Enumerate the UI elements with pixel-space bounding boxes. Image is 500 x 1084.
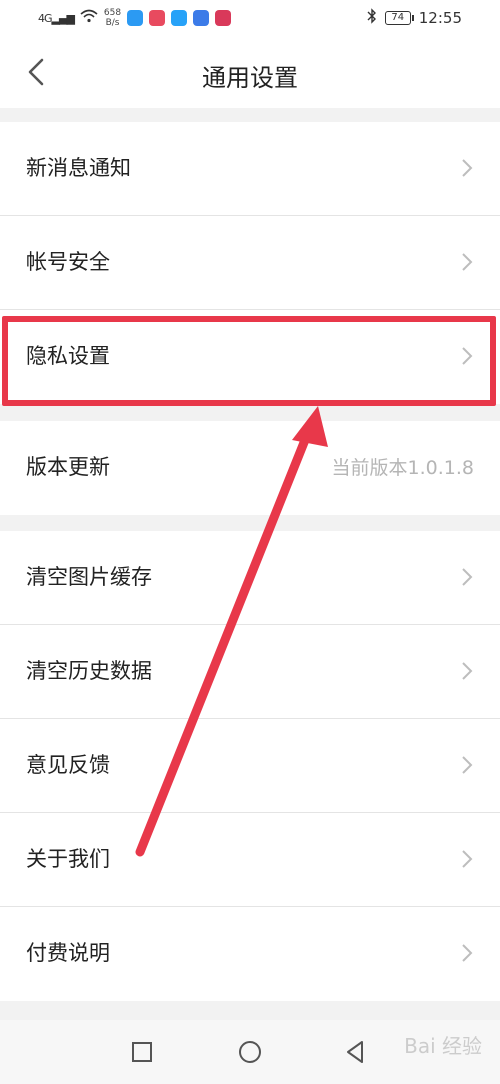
app-notification-icon — [193, 10, 210, 26]
clock: 12:55 — [418, 9, 462, 27]
version-value: 当前版本1.0.1.8 — [331, 457, 474, 479]
system-nav-bar: Bai 经验 — [0, 1020, 500, 1084]
chevron-right-icon — [462, 568, 473, 586]
settings-item-payment-info[interactable]: 付费说明 — [0, 907, 500, 1001]
chevron-right-icon — [462, 159, 473, 177]
speed-value: 658 — [103, 8, 122, 18]
square-recent-icon[interactable] — [126, 1036, 158, 1068]
chevron-right-icon — [462, 662, 473, 680]
header-bar: 通用设置 — [0, 38, 500, 108]
app-notification-icon — [215, 10, 232, 26]
page-title: 通用设置 — [202, 64, 298, 92]
bluetooth-icon — [367, 8, 377, 28]
settings-item-new-message-notification[interactable]: 新消息通知 — [0, 122, 500, 216]
watermark: Bai 经验 — [404, 1034, 482, 1058]
settings-item-label: 关于我们 — [26, 847, 110, 871]
triangle-back-icon[interactable] — [340, 1036, 372, 1068]
settings-item-label: 新消息通知 — [26, 156, 131, 180]
highlight-box — [2, 316, 496, 406]
wifi-icon — [80, 9, 98, 27]
settings-item-clear-image-cache[interactable]: 清空图片缓存 — [0, 531, 500, 625]
signal-icon: 4G▂▄▆ — [38, 11, 75, 25]
status-right: 74 12:55 — [367, 8, 462, 28]
battery-icon: 74 — [384, 11, 414, 25]
chevron-right-icon — [462, 850, 473, 868]
app-notification-icon — [127, 10, 144, 26]
chevron-right-icon — [462, 944, 473, 962]
settings-item-account-security[interactable]: 帐号安全 — [0, 216, 500, 310]
settings-group-3: 清空图片缓存 清空历史数据 意见反馈 关于我们 付费说明 — [0, 531, 500, 1001]
settings-item-label: 版本更新 — [26, 455, 110, 479]
net-speed: 658 B/s — [104, 8, 121, 28]
settings-group-2: 版本更新 当前版本1.0.1.8 — [0, 421, 500, 515]
settings-item-version-update[interactable]: 版本更新 当前版本1.0.1.8 — [0, 421, 500, 515]
settings-item-about-us[interactable]: 关于我们 — [0, 813, 500, 907]
status-bar: 4G▂▄▆ 658 B/s 74 12:55 — [0, 0, 500, 38]
settings-item-label: 帐号安全 — [26, 250, 110, 274]
speed-unit: B/s — [105, 18, 120, 28]
settings-item-label: 付费说明 — [26, 941, 110, 965]
settings-item-feedback[interactable]: 意见反馈 — [0, 719, 500, 813]
app-notification-icon — [149, 10, 166, 26]
app-notification-icon — [171, 10, 188, 26]
chevron-right-icon — [462, 756, 473, 774]
settings-item-clear-history[interactable]: 清空历史数据 — [0, 625, 500, 719]
status-left: 4G▂▄▆ 658 B/s — [38, 8, 232, 28]
chevron-right-icon — [462, 253, 473, 271]
network-type: 4G — [38, 11, 52, 25]
settings-item-label: 清空图片缓存 — [26, 565, 152, 589]
settings-item-label: 清空历史数据 — [26, 659, 152, 683]
settings-item-label: 意见反馈 — [26, 753, 110, 777]
circle-home-icon[interactable] — [234, 1036, 266, 1068]
